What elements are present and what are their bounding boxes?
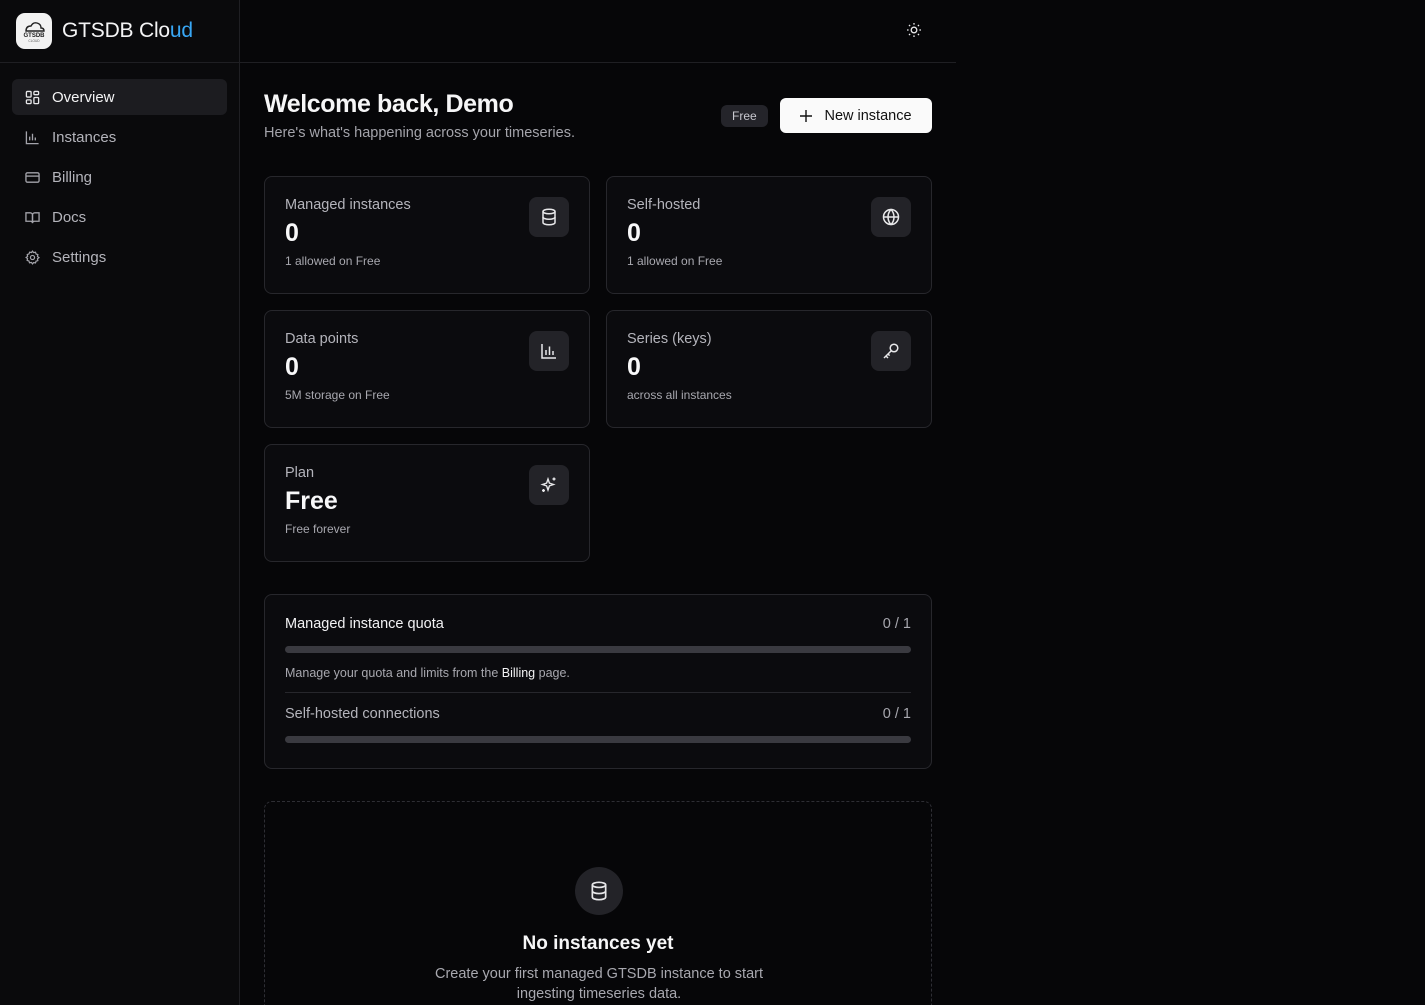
stat-card-plan: Plan Free Free forever (264, 444, 590, 562)
new-instance-label: New instance (824, 107, 912, 124)
selfhosted-quota-row: Self-hosted connections 0 / 1 (285, 706, 911, 722)
page-subtitle: Here's what's happening across your time… (264, 125, 575, 141)
theme-toggle-button[interactable] (904, 22, 924, 42)
sidebar-item-label: Docs (52, 208, 87, 226)
layout-dashboard-icon (24, 89, 40, 105)
database-icon (529, 197, 569, 237)
globe-icon (871, 197, 911, 237)
quota-hint-prefix: Manage your quota and limits from the (285, 666, 502, 680)
sidebar-item-label: Overview (52, 88, 115, 106)
logo-subtext: CLOUD (28, 39, 40, 43)
empty-state-description: Create your first managed GTSDB instance… (435, 966, 763, 1002)
stat-value: 0 (627, 353, 641, 381)
sidebar-item-billing[interactable]: Billing (12, 159, 227, 195)
brand[interactable]: GTSDB CLOUD GTSDB Cloud (0, 0, 239, 63)
empty-state: No instances yet Create your first manag… (264, 801, 932, 1005)
sidebar-item-docs[interactable]: Docs (12, 199, 227, 235)
stat-note: 1 allowed on Free (627, 254, 723, 268)
stat-value: 0 (627, 219, 641, 247)
sidebar-item-overview[interactable]: Overview (12, 79, 227, 115)
stat-label: Managed instances (285, 197, 411, 213)
quota-hint-suffix: page. (535, 666, 570, 680)
stat-card-managed-instances: Managed instances 0 1 allowed on Free (264, 176, 590, 294)
page-header: Welcome back, Demo Here's what's happeni… (264, 63, 932, 176)
plus-icon (800, 107, 813, 125)
stats-grid: Managed instances 0 1 allowed on Free Se… (264, 176, 932, 562)
empty-state-title: No instances yet (522, 933, 674, 954)
billing-link[interactable]: Billing (502, 666, 535, 680)
stat-label: Plan (285, 465, 315, 481)
stat-card-series-keys: Series (keys) 0 across all instances (606, 310, 932, 428)
database-icon (575, 867, 623, 915)
sparkles-icon (529, 465, 569, 505)
key-icon (871, 331, 911, 371)
stat-card-self-hosted: Self-hosted 0 1 allowed on Free (606, 176, 932, 294)
stat-note: Free forever (285, 522, 351, 536)
stat-label: Self-hosted (627, 197, 701, 213)
bar-chart-icon (24, 129, 40, 145)
brand-name: GTSDB Cloud (62, 19, 193, 43)
selfhosted-quota-bar (285, 736, 911, 743)
sidebar-nav: Overview Instances Billing Docs Settings (0, 63, 239, 295)
sun-icon (906, 22, 922, 43)
selfhosted-quota-count: 0 / 1 (882, 706, 911, 722)
topbar (240, 0, 956, 63)
managed-quota-row: Managed instance quota 0 / 1 (285, 616, 911, 632)
stat-note: across all instances (627, 388, 732, 402)
main-content: Welcome back, Demo Here's what's happeni… (264, 63, 932, 1005)
book-open-icon (24, 209, 40, 225)
brand-name-accent: ud (169, 19, 193, 42)
page-title: Welcome back, Demo (264, 90, 514, 118)
bar-chart-icon (529, 331, 569, 371)
quota-divider (285, 692, 911, 693)
sidebar-item-label: Billing (52, 168, 93, 186)
selfhosted-quota-title: Self-hosted connections (285, 706, 440, 722)
sidebar-item-label: Instances (52, 128, 117, 146)
sidebar-item-instances[interactable]: Instances (12, 119, 227, 155)
gtsdb-logo: GTSDB CLOUD (16, 13, 52, 49)
brand-name-main: GTSDB Clo (62, 19, 170, 42)
sidebar-item-label: Settings (52, 248, 107, 266)
sidebar: GTSDB CLOUD GTSDB Cloud Overview Instanc… (0, 0, 240, 1005)
stat-value: Free (285, 487, 338, 515)
stat-note: 1 allowed on Free (285, 254, 381, 268)
stat-label: Series (keys) (627, 331, 712, 347)
managed-quota-title: Managed instance quota (285, 616, 444, 632)
new-instance-button[interactable]: New instance (780, 98, 932, 133)
managed-quota-bar (285, 646, 911, 653)
gear-icon (24, 249, 40, 265)
quota-panel: Managed instance quota 0 / 1 Manage your… (264, 594, 932, 769)
stat-value: 0 (285, 219, 299, 247)
stat-value: 0 (285, 353, 299, 381)
sidebar-item-settings[interactable]: Settings (12, 239, 227, 275)
stat-note: 5M storage on Free (285, 388, 390, 402)
credit-card-icon (24, 169, 40, 185)
stat-label: Data points (285, 331, 359, 347)
managed-quota-count: 0 / 1 (882, 616, 911, 632)
quota-hint: Manage your quota and limits from the Bi… (285, 666, 911, 680)
stat-card-data-points: Data points 0 5M storage on Free (264, 310, 590, 428)
plan-badge: Free (721, 105, 768, 127)
